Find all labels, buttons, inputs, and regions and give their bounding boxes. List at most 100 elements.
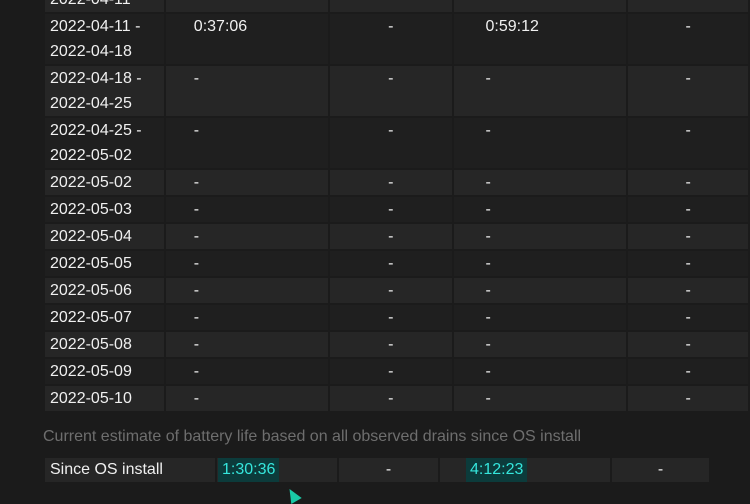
- value-cell: -: [628, 118, 748, 168]
- period-cell: 2022-04-25 - 2022-05-02: [45, 118, 164, 168]
- period-cell: 2022-05-05: [45, 251, 164, 276]
- value-cell: -: [628, 66, 748, 116]
- value-cell: [453, 0, 627, 12]
- design-capacity-estimate[interactable]: 4:12:23: [466, 458, 528, 482]
- table-row: 2022-05-08- - - -: [45, 332, 748, 357]
- estimate-value: -: [339, 458, 438, 482]
- value-cell: -: [628, 197, 748, 222]
- value-cell: -: [165, 251, 329, 276]
- value-cell: -: [628, 251, 748, 276]
- value-cell: -: [165, 197, 329, 222]
- value-cell: -: [165, 305, 329, 330]
- table-row: 2022-04-25 -2022-05-02- - - -: [45, 118, 748, 168]
- period-cell: 2022-05-02: [45, 170, 164, 195]
- period-text: 2022-04-25: [50, 95, 132, 112]
- table-row: 2022-04-11 -2022-04-18 0:37:06-0:59:12-: [45, 14, 748, 64]
- value-cell: -: [453, 251, 627, 276]
- value-cell: -: [165, 224, 329, 249]
- table-row: 2022-04-18 -2022-04-25- - - -: [45, 66, 748, 116]
- period-cell: 2022-04-04 -2022-04-11: [45, 0, 164, 12]
- period-cell: 2022-05-10: [45, 386, 164, 411]
- period-cell: 2022-05-06: [45, 278, 164, 303]
- value-cell: -: [453, 118, 627, 168]
- value-cell: -: [453, 170, 627, 195]
- period-text: 2022-04-25 -: [50, 122, 142, 139]
- value-cell: -: [628, 14, 748, 64]
- value-cell: -: [330, 118, 452, 168]
- table-row: 2022-05-05- - - -: [45, 251, 748, 276]
- value-cell: -: [330, 14, 452, 64]
- value-cell: -: [330, 66, 452, 116]
- value-cell: -: [628, 305, 748, 330]
- value-cell: -: [330, 251, 452, 276]
- period-text: 2022-04-11 -: [50, 18, 141, 35]
- period-text: 2022-05-07: [50, 309, 132, 326]
- period-text: 2022-04-11: [50, 0, 159, 12]
- value-cell: -: [330, 305, 452, 330]
- period-text: 2022-04-18: [50, 43, 132, 60]
- period-cell: 2022-05-03: [45, 197, 164, 222]
- value-cell: -: [165, 170, 329, 195]
- value-cell: -: [453, 197, 627, 222]
- value-cell: -: [628, 386, 748, 411]
- value-cell: [628, 0, 748, 12]
- table-row: 2022-05-06- - - -: [45, 278, 748, 303]
- value-cell: -: [165, 386, 329, 411]
- value-cell: 0:37:06: [165, 14, 329, 64]
- value-cell: -: [165, 118, 329, 168]
- value-cell: [330, 0, 452, 12]
- value-cell: -: [453, 359, 627, 384]
- period-cell: 2022-05-07: [45, 305, 164, 330]
- period-text: 2022-05-03: [50, 201, 132, 218]
- since-os-install-table: Since OS install 1:30:36 - 4:12:23 -: [43, 456, 711, 484]
- table-row: Since OS install 1:30:36 - 4:12:23 -: [45, 458, 709, 482]
- value-cell: 0:59:12: [453, 14, 627, 64]
- value-cell: -: [628, 278, 748, 303]
- period-text: 2022-05-08: [50, 336, 132, 353]
- value-cell: -: [165, 66, 329, 116]
- period-cell: 2022-05-08: [45, 332, 164, 357]
- period-text: 2022-05-05: [50, 255, 132, 272]
- table-row: 2022-05-10- - - -: [45, 386, 748, 411]
- period-text: 2022-05-04: [50, 228, 132, 245]
- table-row: 2022-05-04- - - -: [45, 224, 748, 249]
- mouse-cursor-icon: [284, 485, 302, 504]
- period-cell: 2022-04-11 - 2022-04-18: [45, 14, 164, 64]
- full-charge-estimate[interactable]: 1:30:36: [218, 458, 280, 482]
- value-cell: -: [453, 305, 627, 330]
- estimate-caption: Current estimate of battery life based o…: [43, 428, 582, 445]
- value-cell: -: [453, 332, 627, 357]
- value-cell: -: [628, 170, 748, 195]
- period-cell: 2022-04-18 - 2022-04-25: [45, 66, 164, 116]
- value-cell: -: [330, 359, 452, 384]
- period-cell: 2022-05-04: [45, 224, 164, 249]
- value-cell: -: [453, 386, 627, 411]
- table-row: 2022-05-03- - - -: [45, 197, 748, 222]
- period-cell: 2022-05-09: [45, 359, 164, 384]
- value-cell: -: [165, 332, 329, 357]
- period-text: 2022-05-09: [50, 363, 132, 380]
- value-cell: -: [330, 170, 452, 195]
- period-text: 2022-05-06: [50, 282, 132, 299]
- period-text: 2022-05-02: [50, 147, 132, 164]
- value-cell: -: [330, 224, 452, 249]
- value-cell: -: [628, 359, 748, 384]
- battery-life-history-table: 2022-04-04 -2022-04-112022-04-11 -2022-0…: [43, 0, 750, 413]
- table-row: 2022-05-09- - - -: [45, 359, 748, 384]
- period-text: 2022-05-10: [50, 390, 132, 407]
- period-text: 2022-04-18 -: [50, 70, 142, 87]
- value-cell: -: [330, 278, 452, 303]
- table-row: 2022-05-02- - - -: [45, 170, 748, 195]
- value-cell: -: [330, 197, 452, 222]
- value-cell: -: [453, 224, 627, 249]
- value-cell: -: [628, 332, 748, 357]
- value-cell: -: [165, 278, 329, 303]
- row-label: Since OS install: [45, 458, 215, 482]
- period-text: 2022-05-02: [50, 174, 132, 191]
- value-cell: -: [165, 359, 329, 384]
- value-cell: -: [330, 332, 452, 357]
- estimate-value: -: [612, 458, 709, 482]
- table-row: 2022-04-04 -2022-04-11: [45, 0, 748, 12]
- value-cell: -: [628, 224, 748, 249]
- table-row: 2022-05-07- - - -: [45, 305, 748, 330]
